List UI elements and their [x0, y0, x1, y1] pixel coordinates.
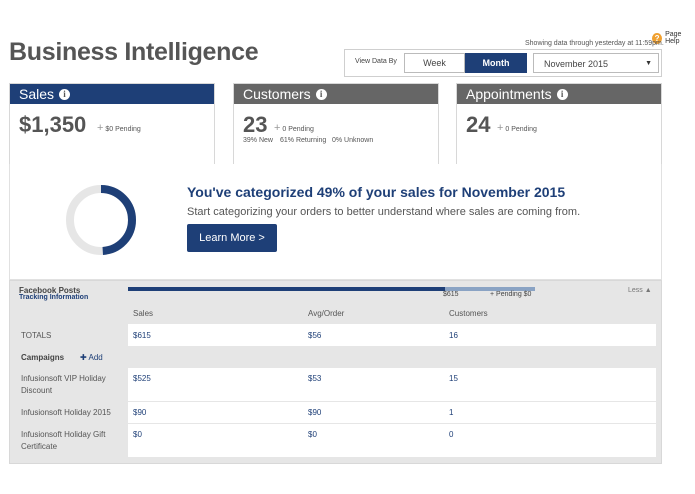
campaign-customers: 1: [449, 408, 454, 417]
sales-bar-track: [128, 287, 535, 291]
campaign-sales: $90: [133, 408, 147, 417]
campaign-avg-order: $0: [308, 430, 317, 439]
sales-bar-value: $615: [443, 291, 459, 298]
info-icon[interactable]: i: [556, 88, 568, 100]
period-select-value: November 2015: [544, 59, 609, 69]
view-data-controls: View Data By Week Month November 2015 ▼: [344, 49, 662, 77]
customers-returning: 61% Returning: [280, 137, 327, 144]
campaign-row-label: Infusionsoft VIP Holiday Discount: [21, 374, 106, 395]
totals-customers: 16: [449, 331, 458, 340]
sales-pending-text: $0 Pending: [105, 126, 141, 133]
sales-card-header: Sales i: [10, 84, 214, 104]
plus-icon: ✚: [80, 353, 87, 362]
sales-bar-fill: [128, 287, 446, 291]
less-label: Less: [628, 287, 643, 294]
sales-pending: + $0 Pending: [97, 122, 141, 134]
data-freshness-note: Showing data through yesterday at 11:59p…: [525, 40, 664, 47]
column-header-sales: Sales: [133, 309, 154, 318]
period-select[interactable]: November 2015 ▼: [533, 53, 659, 73]
customers-pending-text: 0 Pending: [282, 126, 314, 133]
appointments-card[interactable]: Appointments i 24 + 0 Pending: [456, 83, 662, 165]
campaign-avg-order: $90: [308, 408, 322, 417]
categorize-subtitle: Start categorizing your orders to better…: [187, 206, 581, 218]
campaign-sales: $0: [133, 430, 142, 439]
totals-avg-order: $56: [308, 331, 322, 340]
learn-more-button[interactable]: Learn More >: [187, 224, 277, 252]
sales-bar-pending: + Pending $0: [490, 291, 532, 298]
source-detail-panel: Facebook Posts Tracking Information $615…: [9, 280, 662, 464]
column-header-avg-order: Avg/Order: [308, 309, 345, 318]
week-toggle[interactable]: Week: [404, 53, 465, 73]
appointments-card-title: Appointments: [466, 86, 552, 102]
info-icon[interactable]: i: [315, 88, 327, 100]
campaigns-label: Campaigns: [21, 353, 65, 362]
appointments-card-header: Appointments i: [457, 84, 661, 104]
totals-label: TOTALS: [21, 331, 52, 340]
caret-up-icon: ▲: [644, 287, 652, 294]
info-icon[interactable]: i: [59, 88, 71, 100]
dropdown-caret-icon: ▼: [645, 60, 652, 67]
sales-card-title: Sales: [19, 86, 55, 102]
campaign-sales: $525: [133, 374, 151, 383]
tracking-information-link[interactable]: Tracking Information: [19, 294, 88, 301]
appointments-value: 24: [466, 112, 491, 137]
totals-row: $615 $56 16: [128, 324, 656, 346]
customers-unknown: 0% Unknown: [332, 137, 374, 144]
categorize-title: You've categorized 49% of your sales for…: [187, 184, 566, 200]
page-title: Business Intelligence: [9, 38, 259, 66]
campaign-customers: 0: [449, 430, 454, 439]
add-campaign-label: Add: [88, 353, 103, 362]
column-header-customers: Customers: [449, 309, 488, 318]
plus-icon: +: [274, 122, 281, 134]
customers-pending: + 0 Pending: [274, 122, 314, 134]
plus-icon: +: [97, 122, 104, 134]
add-campaign-button[interactable]: ✚ Add: [80, 353, 103, 362]
appointments-pending: + 0 Pending: [497, 122, 537, 134]
campaign-row-label: Infusionsoft Holiday 2015: [21, 408, 111, 417]
customers-card-title: Customers: [243, 86, 311, 102]
campaign-row: $90 $90 1: [128, 402, 656, 423]
campaign-row: $0 $0 0: [128, 424, 656, 457]
appointments-pending-text: 0 Pending: [505, 126, 537, 133]
sales-card[interactable]: Sales i $1,350 + $0 Pending: [9, 83, 215, 165]
less-toggle[interactable]: Less ▲: [628, 287, 652, 294]
campaign-avg-order: $53: [308, 374, 322, 383]
sales-value: $1,350: [19, 112, 87, 137]
plus-icon: +: [497, 122, 504, 134]
customers-new: 39% New: [243, 137, 273, 144]
campaign-row-label: Infusionsoft Holiday Gift Certificate: [21, 430, 106, 451]
view-data-label: View Data By: [355, 58, 397, 65]
customers-card-header: Customers i: [234, 84, 438, 104]
totals-sales: $615: [133, 331, 151, 340]
customers-value: 23: [243, 112, 268, 137]
month-toggle[interactable]: Month: [465, 53, 527, 73]
categorized-donut-chart: [66, 185, 136, 255]
page-help-label: Page Help: [665, 31, 682, 45]
categorize-panel: You've categorized 49% of your sales for…: [9, 164, 662, 280]
campaign-customers: 15: [449, 374, 458, 383]
customers-card[interactable]: Customers i 23 + 0 Pending 39% New 61% R…: [233, 83, 439, 165]
campaign-row: $525 $53 15: [128, 368, 656, 401]
